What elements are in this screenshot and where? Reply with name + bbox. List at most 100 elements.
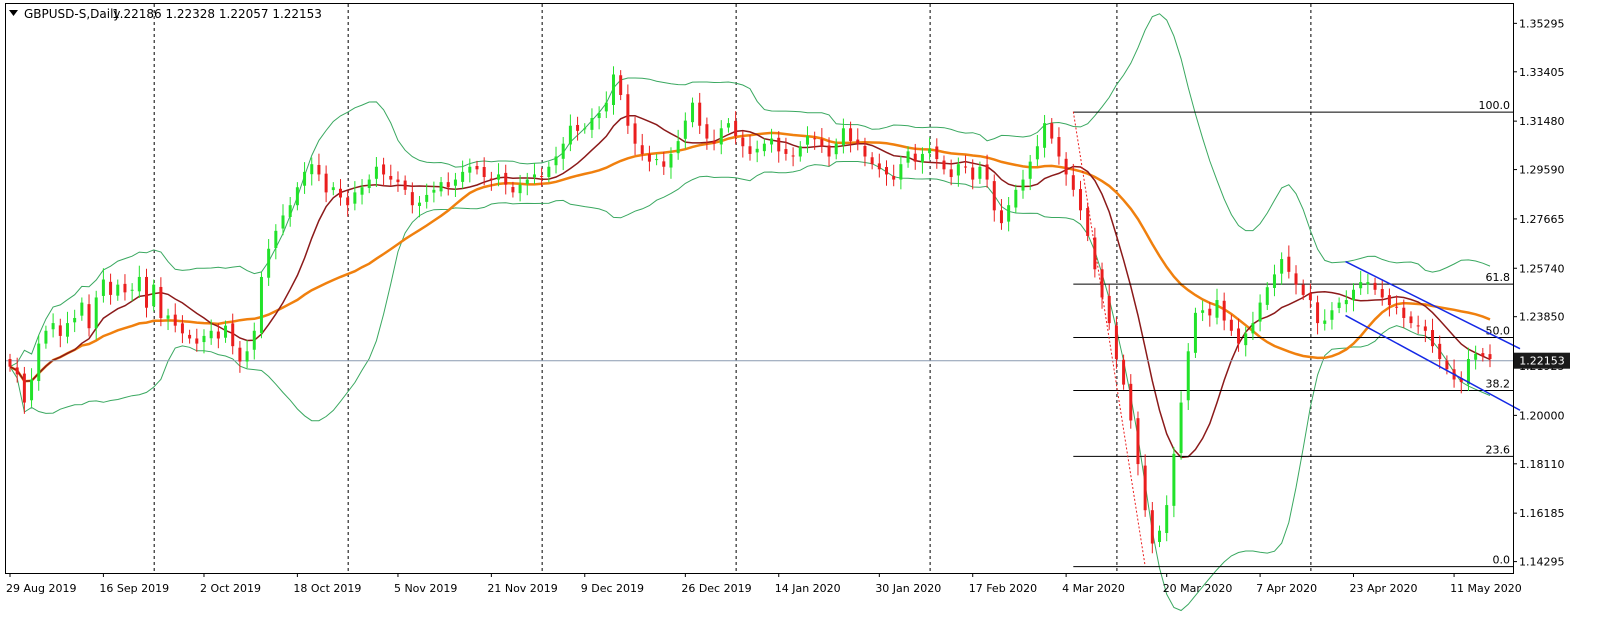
candle-body [1150,510,1154,544]
candle-body [453,179,457,186]
candle-body [920,153,924,163]
x-tick-label: 21 Nov 2019 [487,582,557,595]
candle-body [813,138,817,140]
candle-body [834,143,838,155]
candle-body [734,120,738,136]
candle-body [525,179,529,184]
candle-body [418,202,422,206]
candle-body [978,166,982,179]
candle-body [166,315,170,319]
candle-body [856,139,860,144]
candle-body [195,338,199,344]
candle-body [640,145,644,154]
candle-body [741,137,745,147]
candle-body [841,128,845,146]
candle-body [1122,359,1126,385]
x-tick-label: 20 Mar 2020 [1163,582,1233,595]
candle-body [712,140,716,144]
candle-body [1086,208,1090,236]
candle-body [1258,302,1262,322]
candle-body [1488,354,1492,359]
y-tick-label: 1.23850 [1519,311,1565,324]
candle-body [1330,310,1334,320]
candle-body [1057,137,1061,157]
chart-header: GBPUSD-S,Daily 1.22186 1.22328 1.22057 1… [9,7,322,21]
y-tick-label: 1.18110 [1519,458,1565,471]
y-tick-label: 1.31480 [1519,115,1565,128]
candle-body [849,128,853,142]
fib-level-label: 23.6 [1486,443,1511,456]
candle-body [396,179,400,183]
candle-body [1093,237,1097,270]
candle-body [1007,205,1011,222]
candle-body [576,124,580,131]
candle-body [942,160,946,170]
candle-body [51,323,55,330]
x-tick-label: 5 Nov 2019 [394,582,457,595]
candle-body [403,180,407,190]
candle-body [762,143,766,152]
candle-body [611,74,615,105]
fib-level-label: 38.2 [1486,377,1511,390]
candle-body [999,210,1003,224]
candle-body [604,102,608,112]
candle-body [1316,302,1320,324]
candle-body [252,330,256,350]
candle-body [489,178,493,180]
candle-body [389,175,393,180]
price-chart[interactable]: 100.0 61.8 50.0 38.2 23.6 0.0 1.35295 1.33405 1… [0,0,1597,612]
candle-body [324,173,328,193]
candle-body [1208,308,1212,316]
candle-body [173,314,177,326]
candle-body [274,230,278,249]
candle-body [58,325,62,336]
candle-body [22,373,26,403]
candle-body [647,153,651,162]
candle-body [1186,351,1190,401]
candle-body [899,164,903,180]
candle-body [1035,146,1039,160]
candle-body [346,197,350,206]
chart-background [0,0,1597,612]
candle-body [145,276,149,308]
candle-body [1323,320,1327,324]
fib-level-label: 50.0 [1486,324,1511,337]
candle-body [116,284,120,296]
candle-body [540,175,544,178]
candle-body [1237,328,1241,344]
candle-body [202,335,206,343]
candle-body [985,164,989,180]
candle-body [188,334,192,339]
y-tick-label: 1.25740 [1519,262,1565,275]
candle-body [619,75,623,95]
candle-body [281,215,285,229]
x-tick-label: 18 Oct 2019 [293,582,361,595]
candle-body [791,155,795,157]
candle-body [971,167,975,180]
candle-body [892,175,896,180]
y-tick-label: 1.16185 [1519,507,1565,520]
candle-body [1344,300,1348,305]
candle-body [159,286,163,318]
candle-body [691,102,695,123]
candle-body [310,164,314,175]
candle-body [1337,302,1341,308]
candle-body [633,123,637,144]
candle-body [726,123,730,128]
candle-body [1158,530,1162,542]
candle-body [245,351,249,362]
candle-body [863,145,867,157]
candle-body [1373,282,1377,290]
candle-body [885,167,889,175]
price-badge-text: 1.22153 [1519,355,1565,368]
chart-window[interactable]: 100.0 61.8 50.0 38.2 23.6 0.0 1.35295 1.33405 1… [0,0,1597,612]
candle-body [798,146,802,157]
candle-body [705,124,709,139]
candle-body [676,141,680,154]
candle-body [475,165,479,170]
candle-body [1481,353,1485,357]
fib-level-label: 61.8 [1486,271,1511,284]
candle-body [913,153,917,162]
candle-body [1416,325,1420,327]
candle-body [1172,453,1176,506]
